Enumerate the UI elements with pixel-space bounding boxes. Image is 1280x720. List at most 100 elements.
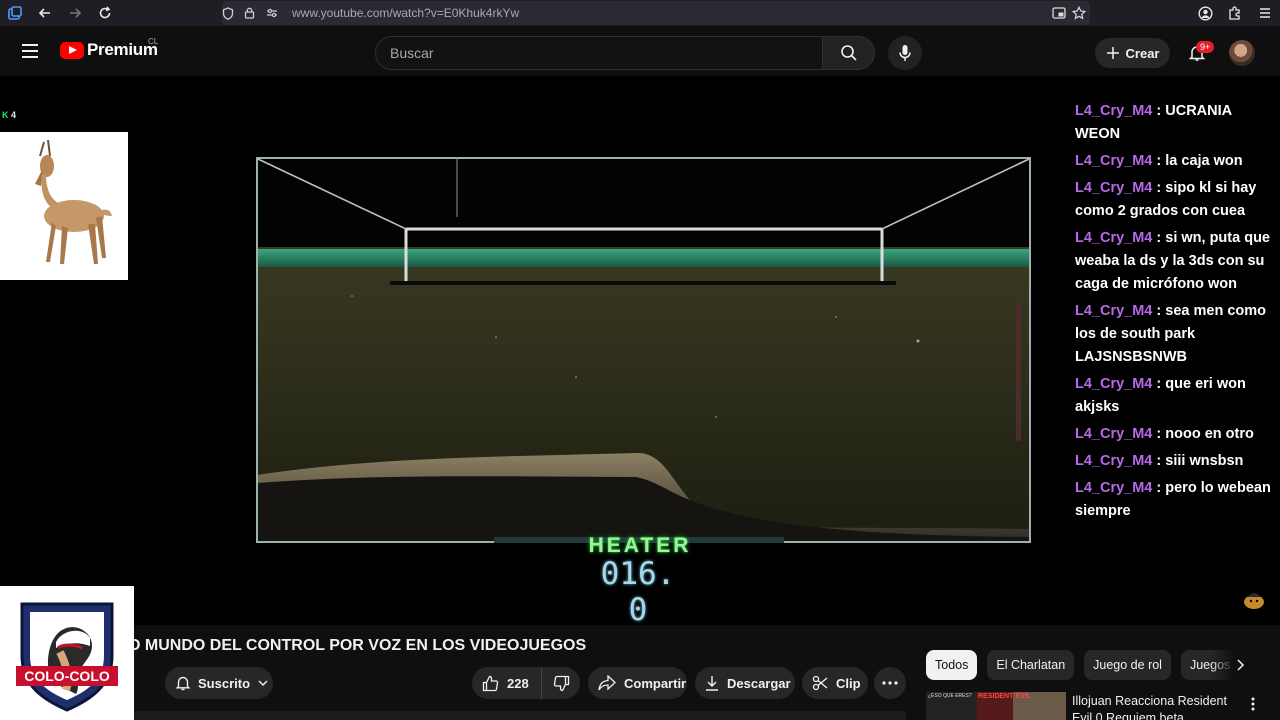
shield-icon[interactable] [222, 6, 244, 20]
related-filter-chips: Todos El Charlatan Juego de rol Juegos [926, 650, 1235, 680]
clip-label: Clip [836, 675, 861, 691]
subscribe-button[interactable]: Suscrito [165, 667, 273, 699]
tab-overview-icon[interactable] [0, 0, 30, 26]
chevron-right-icon [1237, 659, 1245, 671]
extensions-puzzle-icon[interactable] [1220, 0, 1250, 26]
like-button[interactable]: 228 [472, 667, 542, 699]
browser-menu-icon[interactable] [1250, 0, 1280, 26]
corner-emote-icon [1240, 585, 1268, 613]
chat-message: L4_Cry_M4 : sipo kl si hay como 2 grados… [1070, 177, 1275, 223]
chat-username: L4_Cry_M4 [1075, 426, 1153, 442]
chat-message: L4_Cry_M4 : pero lo webean siempre [1070, 477, 1275, 523]
more-vertical-icon [1251, 697, 1255, 711]
hamburger-line [22, 56, 38, 58]
chevron-down-icon [258, 680, 268, 686]
comments-loading-bar [134, 711, 906, 720]
chat-username: L4_Cry_M4 [1075, 180, 1153, 196]
download-button[interactable]: Descargar [695, 667, 795, 699]
chat-username: L4_Cry_M4 [1075, 376, 1153, 392]
chat-text: : siii wnsbsn [1152, 453, 1244, 469]
youtube-header: Premium CL Crear 9+ [0, 26, 1280, 76]
chip-juegos[interactable]: Juegos [1180, 650, 1235, 680]
chat-username: L4_Cry_M4 [1075, 303, 1153, 319]
chat-message: L4_Cry_M4 : sea men como los de south pa… [1070, 300, 1275, 369]
guide-menu-button[interactable] [14, 35, 46, 67]
voice-search-button[interactable] [888, 36, 922, 70]
side-counter: K 4 [2, 110, 16, 120]
browser-extensions [1190, 0, 1280, 26]
counter-value: 4 [11, 110, 17, 120]
chip-all[interactable]: Todos [926, 650, 978, 680]
recommendation-title[interactable]: Illojuan Reacciona Resident Evil 0 Requi… [1072, 693, 1242, 720]
chat-text: : nooo en otro [1152, 426, 1254, 442]
search-input[interactable] [376, 37, 822, 69]
chat-username: L4_Cry_M4 [1075, 453, 1153, 469]
back-icon[interactable] [30, 0, 60, 26]
chat-message: L4_Cry_M4 : si wn, puta que weaba la ds … [1070, 227, 1275, 296]
picture-in-picture-icon[interactable] [1052, 7, 1066, 19]
browser-toolbar: www.youtube.com/watch?v=E0Khuk4rkYw [0, 0, 1280, 26]
chip-juego-de-rol[interactable]: Juego de rol [1084, 650, 1171, 680]
reload-icon[interactable] [90, 0, 120, 26]
microphone-icon [899, 45, 911, 61]
share-button[interactable]: Compartir [588, 667, 687, 699]
chat-username: L4_Cry_M4 [1075, 230, 1153, 246]
bell-icon [175, 676, 191, 691]
video-title: O MUNDO DEL CONTROL POR VOZ EN LOS VIDEO… [128, 637, 587, 654]
game-tank-scene [256, 157, 1031, 543]
share-label: Compartir [624, 675, 687, 691]
chat-message: L4_Cry_M4 : nooo en otro [1070, 423, 1275, 446]
bookmark-star-icon[interactable] [1072, 6, 1086, 20]
chat-text: : la caja won [1152, 153, 1243, 169]
thumbs-up-icon [482, 675, 499, 691]
hud-heater-value: 016. 0 [600, 556, 676, 628]
permissions-icon[interactable] [266, 8, 288, 18]
chips-next-button[interactable] [1228, 650, 1252, 680]
url-text: www.youtube.com/watch?v=E0Khuk4rkYw [292, 6, 520, 20]
like-count: 228 [507, 675, 529, 691]
club-badge-text: COLO-COLO [24, 668, 110, 684]
chat-username: L4_Cry_M4 [1075, 480, 1153, 496]
hamburger-line [22, 50, 38, 52]
create-button[interactable]: Crear [1095, 38, 1170, 68]
subscribe-label: Suscrito [198, 675, 251, 691]
youtube-premium-logo[interactable]: Premium CL [60, 37, 159, 60]
user-avatar[interactable] [1229, 40, 1255, 66]
screen: www.youtube.com/watch?v=E0Khuk4rkYw Prem… [0, 0, 1280, 720]
chip-el-charlatan[interactable]: El Charlatan [987, 650, 1075, 680]
chat-username: L4_Cry_M4 [1075, 103, 1153, 119]
chat-message: L4_Cry_M4 : que eri won akjsks [1070, 373, 1275, 419]
dislike-button[interactable] [542, 675, 580, 692]
search-icon [840, 45, 857, 61]
chat-message: L4_Cry_M4 : UCRANIA WEON [1070, 100, 1275, 146]
chat-username: L4_Cry_M4 [1075, 153, 1153, 169]
thumb-text-left: ¿ESO QUE ERES? [928, 693, 972, 699]
more-horizontal-icon [882, 681, 898, 685]
chat-message: L4_Cry_M4 : siii wnsbsn [1070, 450, 1275, 473]
recommendation-thumbnail[interactable]: ¿ESO QUE ERES? RESIDENT EVIL [926, 692, 1066, 720]
download-label: Descargar [727, 675, 791, 691]
search-box [375, 36, 823, 70]
lock-icon[interactable] [244, 7, 266, 19]
notification-badge: 9+ [1196, 41, 1215, 53]
forward-icon[interactable] [60, 0, 90, 26]
like-dislike-group: 228 [472, 667, 580, 699]
account-icon[interactable] [1190, 0, 1220, 26]
share-icon [598, 675, 616, 691]
thumb-text-right: RESIDENT EVIL [978, 693, 1031, 700]
plus-icon [1106, 47, 1119, 59]
more-actions-button[interactable] [874, 667, 906, 699]
download-icon [706, 676, 718, 691]
clip-button[interactable]: Clip [802, 667, 868, 699]
hud-heater-label: HEATER [588, 534, 692, 557]
chat-overlay: L4_Cry_M4 : UCRANIA WEON L4_Cry_M4 : la … [1070, 100, 1275, 530]
colo-colo-badge: COLO-COLO [0, 586, 134, 720]
counter-glyph: K [2, 110, 9, 120]
country-code: CL [148, 37, 159, 46]
hamburger-icon [22, 44, 38, 46]
address-bar[interactable]: www.youtube.com/watch?v=E0Khuk4rkYw [222, 1, 1090, 25]
deer-image [0, 132, 128, 280]
recommendation-more-button[interactable] [1246, 694, 1260, 714]
scissors-icon [812, 675, 828, 691]
search-button[interactable] [822, 36, 875, 70]
